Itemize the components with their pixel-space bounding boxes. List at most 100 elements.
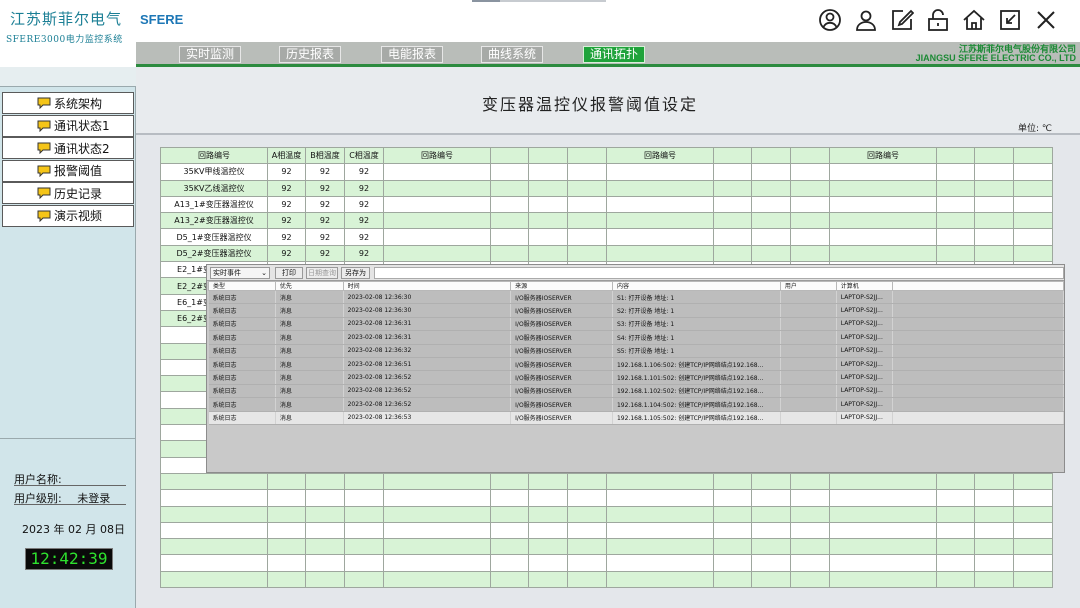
tab-history-report[interactable]: 历史报表 <box>279 46 341 63</box>
value-cell <box>1013 195 1053 214</box>
value-cell[interactable]: 92 <box>267 195 306 214</box>
sidebar-item-comm-status-2[interactable]: 通讯状态2 <box>2 137 134 160</box>
value-cell <box>344 570 384 589</box>
event-column-header[interactable]: 来源 <box>510 281 613 291</box>
column-header <box>490 146 529 165</box>
event-cell: 2023-02-08 12:36:30 <box>343 303 512 318</box>
user-circle-icon[interactable] <box>818 8 842 32</box>
value-cell[interactable]: 92 <box>344 228 384 246</box>
value-cell <box>267 505 306 523</box>
value-cell <box>829 489 937 507</box>
sidebar-item-system-architecture[interactable]: 系统架构 <box>2 92 134 114</box>
column-header <box>790 146 830 165</box>
event-column-header[interactable]: 类型 <box>208 281 276 291</box>
value-cell[interactable]: 92 <box>344 163 384 181</box>
value-cell[interactable]: 92 <box>344 179 384 197</box>
event-row[interactable]: 系统日志 消息 2023-02-08 12:36:52 I/O服务器IOSERVER 1… <box>208 384 1065 399</box>
event-column-header[interactable]: 时间 <box>342 281 512 291</box>
restore-icon[interactable] <box>998 8 1022 32</box>
value-cell <box>267 489 306 507</box>
value-cell[interactable]: 92 <box>267 163 306 181</box>
event-row[interactable]: 系统日志 消息 2023-02-08 12:36:31 I/O服务器IOSERVER S… <box>208 317 1065 332</box>
column-header <box>936 146 975 165</box>
value-cell[interactable]: 92 <box>305 163 345 181</box>
value-cell <box>936 195 975 214</box>
value-cell[interactable]: 92 <box>305 244 345 263</box>
event-row[interactable]: 系统日志 消息 2023-02-08 12:36:52 I/O服务器IOSERVER 1… <box>208 370 1065 385</box>
event-cell: S1: 打开设备 地址: 1 <box>612 290 781 305</box>
event-cell: 系统日志 <box>208 384 276 399</box>
value-cell[interactable]: 92 <box>267 212 306 230</box>
event-row[interactable]: 系统日志 消息 2023-02-08 12:36:30 I/O服务器IOSERVER S… <box>208 303 1065 318</box>
value-cell <box>528 505 568 523</box>
column-header: 回路编号 <box>829 146 937 165</box>
event-column-header[interactable]: 优先 <box>274 281 344 291</box>
value-cell <box>305 538 345 556</box>
value-cell <box>490 212 529 230</box>
event-cell: LAPTOP-S2JJ... <box>836 290 893 305</box>
value-cell[interactable]: 92 <box>305 179 345 197</box>
event-cell <box>780 344 837 358</box>
event-row[interactable]: 系统日志 消息 2023-02-08 12:36:31 I/O服务器IOSERVER S… <box>208 330 1065 345</box>
event-row[interactable]: 系统日志 消息 2023-02-08 12:36:30 I/O服务器IOSERVER S… <box>208 290 1065 305</box>
event-search-field[interactable] <box>374 267 1064 279</box>
event-column-header[interactable]: 用户 <box>779 281 837 291</box>
value-cell <box>751 228 791 246</box>
value-cell[interactable]: 92 <box>305 212 345 230</box>
print-button[interactable]: 打印 <box>275 267 303 279</box>
value-cell[interactable]: 92 <box>267 179 306 197</box>
date-query-button[interactable]: 日期查询 <box>306 267 338 279</box>
event-cell: I/O服务器IOSERVER <box>510 344 613 358</box>
event-cell <box>892 397 1065 412</box>
value-cell <box>305 554 345 572</box>
value-cell[interactable]: 92 <box>344 212 384 230</box>
value-cell <box>936 554 975 572</box>
event-cell <box>780 290 837 305</box>
value-cell[interactable]: 92 <box>305 195 345 214</box>
user-icon[interactable] <box>854 8 878 32</box>
value-cell <box>490 163 529 181</box>
value-cell <box>490 179 529 197</box>
sidebar-item-comm-status-1[interactable]: 通讯状态1 <box>2 114 134 137</box>
value-cell <box>751 163 791 181</box>
value-cell[interactable]: 92 <box>305 228 345 246</box>
event-row[interactable]: 系统日志 消息 2023-02-08 12:36:53 I/O服务器IOSERVER 1… <box>208 411 1065 425</box>
value-cell[interactable]: 92 <box>267 244 306 263</box>
event-row[interactable]: 系统日志 消息 2023-02-08 12:36:51 I/O服务器IOSERVER 1… <box>208 357 1065 372</box>
tab-comm-topology[interactable]: 通讯拓扑 <box>583 46 645 63</box>
value-cell <box>751 212 791 230</box>
event-cell: 2023-02-08 12:36:31 <box>343 317 512 332</box>
value-cell <box>936 505 975 523</box>
event-row[interactable]: 系统日志 消息 2023-02-08 12:36:32 I/O服务器IOSERVER S… <box>208 344 1065 358</box>
sidebar-item-alarm-threshold[interactable]: 报警阈值 <box>2 159 134 182</box>
loop-name-cell <box>160 570 268 589</box>
tab-curve-system[interactable]: 曲线系统 <box>481 46 543 63</box>
column-header: 回路编号 <box>606 146 714 165</box>
save-as-button[interactable]: 另存为 <box>341 267 370 279</box>
edit-icon[interactable] <box>890 8 914 32</box>
sidebar-item-history-records[interactable]: 历史记录 <box>2 182 134 205</box>
value-cell[interactable]: 92 <box>267 228 306 246</box>
value-cell <box>267 521 306 540</box>
event-cell: 192.168.1.106:502: 创建TCP/IP网络结点192.168..… <box>612 357 781 372</box>
home-icon[interactable] <box>962 8 986 32</box>
value-cell[interactable]: 92 <box>344 244 384 263</box>
sidebar-item-demo-video[interactable]: 演示视频 <box>2 204 134 227</box>
tab-energy-report[interactable]: 电能报表 <box>381 46 443 63</box>
unlock-icon[interactable] <box>926 8 950 32</box>
event-column-header[interactable]: 内容 <box>611 281 781 291</box>
event-column-header[interactable]: 计算机 <box>835 281 893 291</box>
value-cell <box>528 179 568 197</box>
tab-realtime[interactable]: 实时监测 <box>179 46 241 63</box>
value-cell[interactable]: 92 <box>344 195 384 214</box>
chat-bubble-icon <box>37 120 51 132</box>
value-cell <box>567 179 607 197</box>
event-column-header[interactable] <box>891 281 1065 291</box>
value-cell <box>829 570 937 589</box>
event-row[interactable]: 系统日志 消息 2023-02-08 12:36:52 I/O服务器IOSERVER 1… <box>208 397 1065 412</box>
window-strip-accent <box>472 0 500 2</box>
event-filter-select[interactable]: 实时事件 ⌄ <box>210 267 270 279</box>
close-icon[interactable] <box>1034 8 1058 32</box>
value-cell <box>490 195 529 214</box>
value-cell <box>1013 244 1053 263</box>
